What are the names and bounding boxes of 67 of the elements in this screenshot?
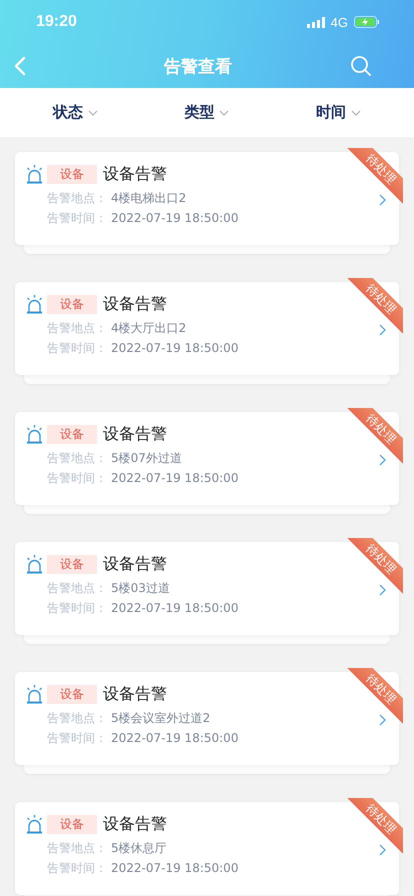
filter-dropdown[interactable]: 状态 <box>49 99 102 126</box>
alarm-title: 设备告警 <box>103 294 167 315</box>
chevron-right-icon <box>379 714 386 726</box>
location-value: 5楼07外过道 <box>111 451 182 465</box>
time-label: 告警时间： <box>47 211 108 225</box>
time-label: 告警时间： <box>47 731 108 745</box>
caret-icon <box>219 110 230 116</box>
back-icon[interactable] <box>14 56 26 76</box>
time-value: 2022-07-19 18:50:00 <box>111 471 238 485</box>
time-value: 2022-07-19 18:50:00 <box>111 211 238 225</box>
filter-dropdown[interactable]: 时间 <box>312 99 365 126</box>
alarm-light-icon <box>26 295 43 314</box>
status-ribbon: 待处理 <box>347 148 403 204</box>
chevron-right-icon <box>379 194 386 206</box>
location-label: 告警地点： <box>47 711 108 725</box>
device-tag: 设备 <box>47 555 97 574</box>
alarm-title: 设备告警 <box>103 814 167 835</box>
alarm-title: 设备告警 <box>103 554 167 575</box>
status-ribbon: 待处理 <box>347 668 403 724</box>
device-tag: 设备 <box>47 295 97 314</box>
alarm-light-icon <box>26 685 43 704</box>
device-tag: 设备 <box>47 815 97 834</box>
device-tag: 设备 <box>47 685 97 704</box>
alarm-title: 设备告警 <box>103 424 167 445</box>
status-ribbon: 待处理 <box>347 798 403 854</box>
caret-icon <box>350 110 361 116</box>
network-label: 4G <box>330 14 348 30</box>
alarm-light-icon <box>26 815 43 834</box>
location-label: 告警地点： <box>47 321 108 335</box>
location-value: 4楼大厅出口2 <box>111 321 186 335</box>
location-value: 5楼03过道 <box>111 581 170 595</box>
device-tag: 设备 <box>47 425 97 444</box>
caret-icon <box>88 110 98 116</box>
time-label: 告警时间： <box>47 601 108 615</box>
chevron-right-icon <box>379 844 386 856</box>
chevron-right-icon <box>379 584 386 596</box>
time-value: 2022-07-19 18:50:00 <box>111 861 238 875</box>
signal-icon <box>306 16 325 28</box>
location-value: 5楼休息厅 <box>111 841 167 855</box>
filter-dropdown[interactable]: 类型 <box>180 99 234 126</box>
location-value: 5楼会议室外过道2 <box>111 711 210 725</box>
location-label: 告警地点： <box>47 451 108 465</box>
chevron-right-icon <box>379 324 386 336</box>
time-label: 告警时间： <box>47 861 108 875</box>
location-label: 告警地点： <box>47 191 108 205</box>
alarm-light-icon <box>26 165 43 184</box>
page-title: 告警查看 <box>164 56 232 78</box>
alarm-title: 设备告警 <box>103 684 167 705</box>
time-label: 告警时间： <box>47 471 108 485</box>
device-tag: 设备 <box>47 165 97 184</box>
battery-icon <box>354 16 380 28</box>
alarm-light-icon <box>26 425 43 444</box>
status-ribbon: 待处理 <box>347 408 403 464</box>
time-value: 2022-07-19 18:50:00 <box>111 341 238 355</box>
location-label: 告警地点： <box>47 841 108 855</box>
search-icon[interactable] <box>350 55 372 77</box>
location-value: 4楼电梯出口2 <box>111 191 186 205</box>
time-value: 2022-07-19 18:50:00 <box>111 601 238 615</box>
status-time: 19:20 <box>36 13 77 31</box>
time-value: 2022-07-19 18:50:00 <box>111 731 238 745</box>
status-ribbon: 待处理 <box>347 278 403 334</box>
chevron-right-icon <box>379 454 386 466</box>
alarm-light-icon <box>26 555 43 574</box>
time-label: 告警时间： <box>47 341 108 355</box>
alarm-title: 设备告警 <box>103 164 167 185</box>
status-ribbon: 待处理 <box>347 538 403 594</box>
location-label: 告警地点： <box>47 581 108 595</box>
